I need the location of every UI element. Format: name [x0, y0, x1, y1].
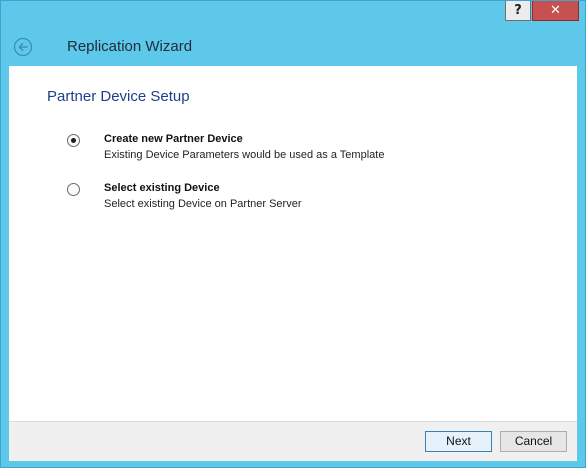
option-select-existing-device[interactable]: Select existing Device Select existing D…	[67, 182, 547, 216]
radio-create-new[interactable]	[67, 134, 80, 147]
option-description: Select existing Device on Partner Server	[104, 198, 302, 210]
option-label[interactable]: Select existing Device	[104, 182, 220, 194]
option-label[interactable]: Create new Partner Device	[104, 133, 243, 145]
content-panel: Partner Device Setup Create new Partner …	[9, 66, 577, 421]
option-description: Existing Device Parameters would be used…	[104, 149, 385, 161]
back-button[interactable]	[13, 37, 33, 57]
next-button[interactable]: Next	[425, 431, 492, 452]
window-title: Replication Wizard	[67, 38, 193, 55]
section-title: Partner Device Setup	[47, 88, 190, 105]
option-create-new-partner-device[interactable]: Create new Partner Device Existing Devic…	[67, 133, 547, 167]
back-arrow-icon	[13, 37, 33, 57]
wizard-window: ? ✕ Replication Wizard Partner Device Se…	[0, 0, 586, 468]
footer-bar: Next Cancel	[9, 421, 577, 461]
radio-selected-dot	[71, 138, 76, 143]
help-button[interactable]: ?	[505, 1, 531, 21]
radio-select-existing[interactable]	[67, 183, 80, 196]
close-button[interactable]: ✕	[532, 1, 579, 21]
cancel-button[interactable]: Cancel	[500, 431, 567, 452]
